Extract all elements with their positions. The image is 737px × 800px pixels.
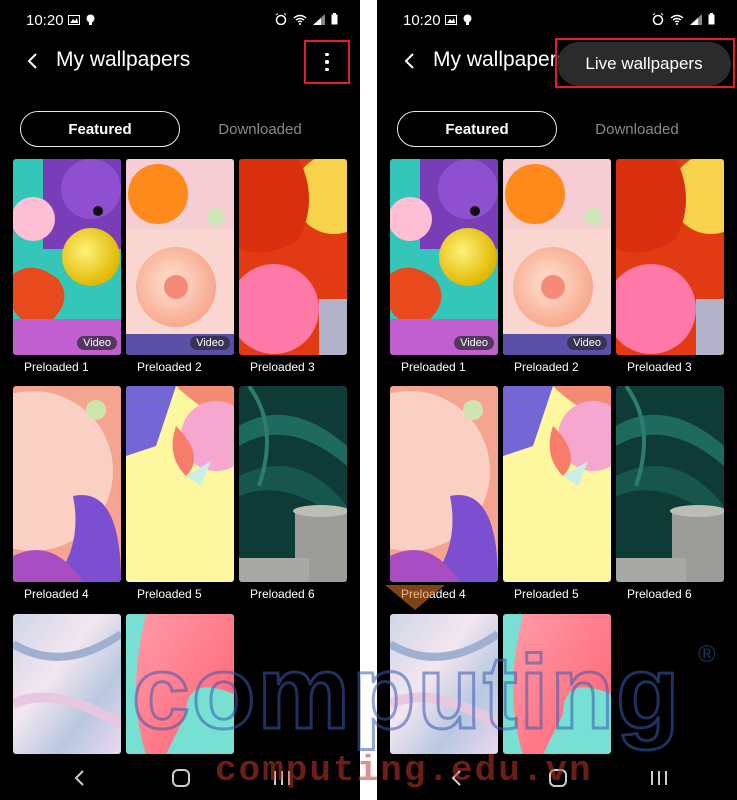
phone-screen-right: 10:20 My wallpapers Featured Downloaded [377, 0, 737, 800]
wallpaper-tile-7[interactable] [390, 614, 498, 754]
wallpaper-preview [390, 614, 498, 754]
wallpaper-preview [126, 614, 234, 754]
gallery-notification-icon [445, 15, 457, 25]
alarm-icon [275, 13, 287, 25]
status-bar: 10:20 [377, 0, 737, 40]
wallpaper-tile-2[interactable]: Video [503, 159, 611, 355]
more-options-icon [325, 52, 329, 72]
nav-recents-button[interactable] [267, 765, 297, 791]
wallpaper-tile-2[interactable]: Video [126, 159, 234, 355]
nav-back-icon [74, 770, 84, 786]
alarm-icon [652, 13, 664, 25]
wallpaper-tile-5[interactable] [503, 386, 611, 582]
wallpaper-label-2: Preloaded 2 [137, 360, 202, 374]
navigation-bar [0, 755, 360, 800]
wallpaper-label-2: Preloaded 2 [514, 360, 579, 374]
video-badge: Video [77, 336, 117, 350]
wallpaper-label-3: Preloaded 3 [250, 360, 315, 374]
back-button[interactable] [397, 47, 425, 75]
more-options-button[interactable] [304, 40, 350, 84]
nav-home-button[interactable] [166, 765, 196, 791]
tab-featured[interactable]: Featured [20, 111, 180, 147]
wallpaper-preview [503, 614, 611, 754]
wallpaper-tile-4[interactable] [13, 386, 121, 582]
page-title: My wallpapers [56, 48, 191, 71]
wallpaper-tile-5[interactable] [126, 386, 234, 582]
wallpaper-preview [616, 386, 724, 582]
wallpaper-label-5: Preloaded 5 [137, 587, 202, 601]
wallpaper-tile-6[interactable] [616, 386, 724, 582]
wallpaper-tile-6[interactable] [239, 386, 347, 582]
wallpaper-tile-7[interactable] [13, 614, 121, 754]
tab-downloaded[interactable]: Downloaded [180, 111, 340, 147]
page-title: My wallpapers [433, 48, 568, 71]
wallpaper-preview [616, 159, 724, 355]
nav-back-button[interactable] [65, 765, 95, 791]
wallpaper-label-6: Preloaded 6 [250, 587, 315, 601]
wallpaper-preview [390, 386, 498, 582]
wallpaper-preview [503, 386, 611, 582]
wifi-icon [293, 14, 307, 25]
nav-home-icon [549, 769, 567, 787]
wallpaper-label-4: Preloaded 4 [401, 587, 466, 601]
wallpaper-preview [126, 159, 234, 355]
wallpaper-preview [390, 159, 498, 355]
wallpaper-preview [13, 386, 121, 582]
video-badge: Video [567, 336, 607, 350]
wallpaper-tile-3[interactable] [616, 159, 724, 355]
wallpaper-preview [239, 386, 347, 582]
nav-back-icon [451, 770, 461, 786]
bulb-notification-icon [463, 14, 472, 25]
tab-bar: Featured Downloaded [20, 111, 340, 147]
wallpaper-tile-1[interactable]: Video [390, 159, 498, 355]
wallpaper-label-6: Preloaded 6 [627, 587, 692, 601]
signal-icon [690, 13, 702, 25]
nav-home-icon [172, 769, 190, 787]
wallpaper-preview [503, 159, 611, 355]
tab-downloaded[interactable]: Downloaded [557, 111, 717, 147]
status-time: 10:20 [403, 12, 441, 29]
video-badge: Video [190, 336, 230, 350]
wallpaper-label-4: Preloaded 4 [24, 587, 89, 601]
wallpaper-preview [13, 159, 121, 355]
nav-recents-button[interactable] [644, 765, 674, 791]
back-arrow-icon [404, 53, 414, 69]
status-bar: 10:20 [0, 0, 360, 40]
signal-icon [313, 13, 325, 25]
battery-icon [331, 13, 338, 25]
battery-icon [708, 13, 715, 25]
wallpaper-preview [126, 386, 234, 582]
status-time: 10:20 [26, 12, 64, 29]
wallpaper-preview [13, 614, 121, 754]
video-badge: Video [454, 336, 494, 350]
wallpaper-label-5: Preloaded 5 [514, 587, 579, 601]
gallery-notification-icon [68, 15, 80, 25]
navigation-bar [377, 755, 737, 800]
nav-back-button[interactable] [442, 765, 472, 791]
bulb-notification-icon [86, 14, 95, 25]
wallpaper-label-1: Preloaded 1 [24, 360, 89, 374]
nav-recents-icon [651, 771, 667, 785]
wallpaper-tile-3[interactable] [239, 159, 347, 355]
wallpaper-tile-4[interactable] [390, 386, 498, 582]
wallpaper-tile-8[interactable] [126, 614, 234, 754]
wifi-icon [670, 14, 684, 25]
nav-home-button[interactable] [543, 765, 573, 791]
tab-bar: Featured Downloaded [397, 111, 717, 147]
back-button[interactable] [20, 47, 48, 75]
phone-screen-left: 10:20 My wallpapers Featured Downloaded [0, 0, 360, 800]
live-wallpapers-menu-item[interactable]: Live wallpapers [557, 42, 731, 86]
nav-recents-icon [274, 771, 290, 785]
back-arrow-icon [27, 53, 37, 69]
wallpaper-label-3: Preloaded 3 [627, 360, 692, 374]
app-bar: My wallpapers [0, 40, 360, 86]
wallpaper-tile-8[interactable] [503, 614, 611, 754]
tab-featured[interactable]: Featured [397, 111, 557, 147]
wallpaper-label-1: Preloaded 1 [401, 360, 466, 374]
wallpaper-preview [239, 159, 347, 355]
wallpaper-tile-1[interactable]: Video [13, 159, 121, 355]
